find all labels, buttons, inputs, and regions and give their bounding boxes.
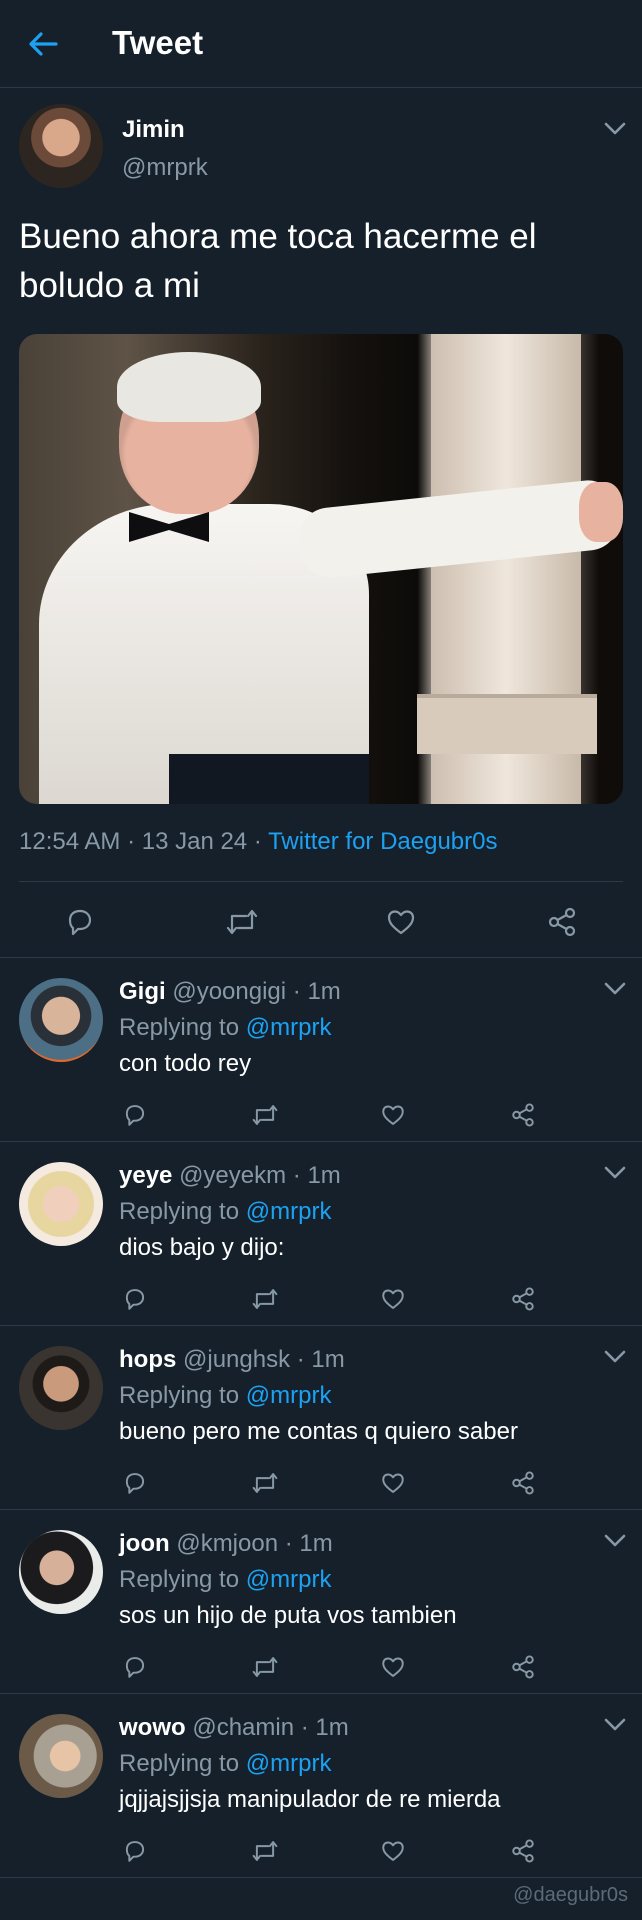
chevron-down-icon[interactable] (604, 122, 626, 136)
retweet-icon[interactable] (250, 1838, 280, 1864)
watermark: @daegubr0s (513, 1884, 628, 1906)
reply-author-name[interactable]: wowo (119, 1714, 186, 1741)
like-icon[interactable] (380, 1470, 406, 1496)
avatar[interactable] (19, 1346, 103, 1430)
reply-tweet[interactable]: Gigi @yoongigi · 1m Replying to @mrprk c… (0, 958, 642, 1142)
reply-author-handle[interactable]: @junghsk (183, 1346, 290, 1373)
share-icon[interactable] (510, 1286, 536, 1312)
replying-to-link[interactable]: @mrprk (246, 1566, 332, 1593)
chevron-down-icon[interactable] (604, 1718, 626, 1732)
tweet-time: 12:54 AM (19, 828, 121, 855)
replying-to: Replying to @mrprk (119, 1014, 332, 1041)
tweet-action-bar (0, 882, 642, 958)
reply-time: · 1m (292, 1162, 341, 1189)
reply-tweet[interactable]: yeye @yeyekm · 1m Replying to @mrprk dio… (0, 1142, 642, 1326)
reply-text: sos un hijo de puta vos tambien (119, 1602, 457, 1629)
arrow-left-icon[interactable] (26, 27, 60, 61)
share-icon[interactable] (510, 1838, 536, 1864)
like-icon[interactable] (380, 1654, 406, 1680)
reply-time: · 1m (296, 1346, 345, 1373)
reply-author-name[interactable]: Gigi (119, 978, 166, 1005)
like-icon[interactable] (380, 1286, 406, 1312)
reply-author-handle[interactable]: @yoongigi (172, 978, 286, 1005)
reply-icon[interactable] (122, 1286, 148, 1312)
replying-to: Replying to @mrprk (119, 1382, 332, 1409)
avatar[interactable] (19, 1714, 103, 1798)
reply-time: · 1m (284, 1530, 333, 1557)
tweet-date: 13 Jan 24 (141, 828, 248, 855)
avatar[interactable] (19, 1530, 103, 1614)
share-icon[interactable] (510, 1654, 536, 1680)
retweet-icon[interactable] (250, 1654, 280, 1680)
like-icon[interactable] (385, 906, 417, 938)
avatar[interactable] (19, 978, 103, 1062)
replying-to-link[interactable]: @mrprk (246, 1014, 332, 1041)
tweet-image[interactable] (19, 334, 623, 804)
reply-text: jqjjajsjjsja manipulador de re mierda (119, 1786, 501, 1813)
tweet-meta: 12:54 AM · 13 Jan 24 · Twitter for Daegu… (19, 828, 498, 855)
reply-author-name[interactable]: yeye (119, 1162, 172, 1189)
reply-icon[interactable] (122, 1470, 148, 1496)
reply-tweet[interactable]: hops @junghsk · 1m Replying to @mrprk bu… (0, 1326, 642, 1510)
chevron-down-icon[interactable] (604, 1534, 626, 1548)
replying-to-link[interactable]: @mrprk (246, 1382, 332, 1409)
tweet-text: Bueno ahora me toca hacerme el boludo a … (19, 217, 537, 305)
author-handle[interactable]: @mrprk (122, 154, 208, 182)
avatar[interactable] (19, 104, 103, 188)
reply-author-handle[interactable]: @chamin (192, 1714, 294, 1741)
reply-tweet[interactable]: joon @kmjoon · 1m Replying to @mrprk sos… (0, 1510, 642, 1694)
reply-time: · 1m (300, 1714, 349, 1741)
like-icon[interactable] (380, 1102, 406, 1128)
replying-to-link[interactable]: @mrprk (246, 1750, 332, 1777)
share-icon[interactable] (510, 1102, 536, 1128)
replying-to: Replying to @mrprk (119, 1566, 332, 1593)
reply-text: bueno pero me contas q quiero saber (119, 1418, 518, 1445)
chevron-down-icon[interactable] (604, 1166, 626, 1180)
retweet-icon[interactable] (250, 1102, 280, 1128)
top-bar: Tweet (0, 0, 642, 88)
reply-author-handle[interactable]: @kmjoon (176, 1530, 278, 1557)
reply-author-name[interactable]: joon (119, 1530, 170, 1557)
tweet-source-link[interactable]: Twitter for Daegubr0s (268, 828, 497, 855)
like-icon[interactable] (380, 1838, 406, 1864)
replying-to-link[interactable]: @mrprk (246, 1198, 332, 1225)
share-icon[interactable] (546, 906, 578, 938)
reply-text: con todo rey (119, 1050, 252, 1077)
main-tweet: Jimin @mrprk Bueno ahora me toca hacerme… (0, 88, 642, 958)
reply-text: dios bajo y dijo: (119, 1234, 285, 1261)
page-title: Tweet (112, 24, 204, 61)
avatar[interactable] (19, 1162, 103, 1246)
retweet-icon[interactable] (250, 1470, 280, 1496)
author-name[interactable]: Jimin (122, 116, 185, 144)
reply-author-handle[interactable]: @yeyekm (179, 1162, 286, 1189)
share-icon[interactable] (510, 1470, 536, 1496)
reply-icon[interactable] (122, 1102, 148, 1128)
reply-icon[interactable] (122, 1654, 148, 1680)
chevron-down-icon[interactable] (604, 982, 626, 996)
reply-icon[interactable] (122, 1838, 148, 1864)
retweet-icon[interactable] (250, 1286, 280, 1312)
replying-to: Replying to @mrprk (119, 1750, 332, 1777)
retweet-icon[interactable] (224, 906, 260, 938)
replying-to: Replying to @mrprk (119, 1198, 332, 1225)
reply-tweet[interactable]: wowo @chamin · 1m Replying to @mrprk jqj… (0, 1694, 642, 1878)
reply-author-name[interactable]: hops (119, 1346, 176, 1373)
reply-time: · 1m (292, 978, 341, 1005)
chevron-down-icon[interactable] (604, 1350, 626, 1364)
reply-icon[interactable] (64, 906, 96, 938)
